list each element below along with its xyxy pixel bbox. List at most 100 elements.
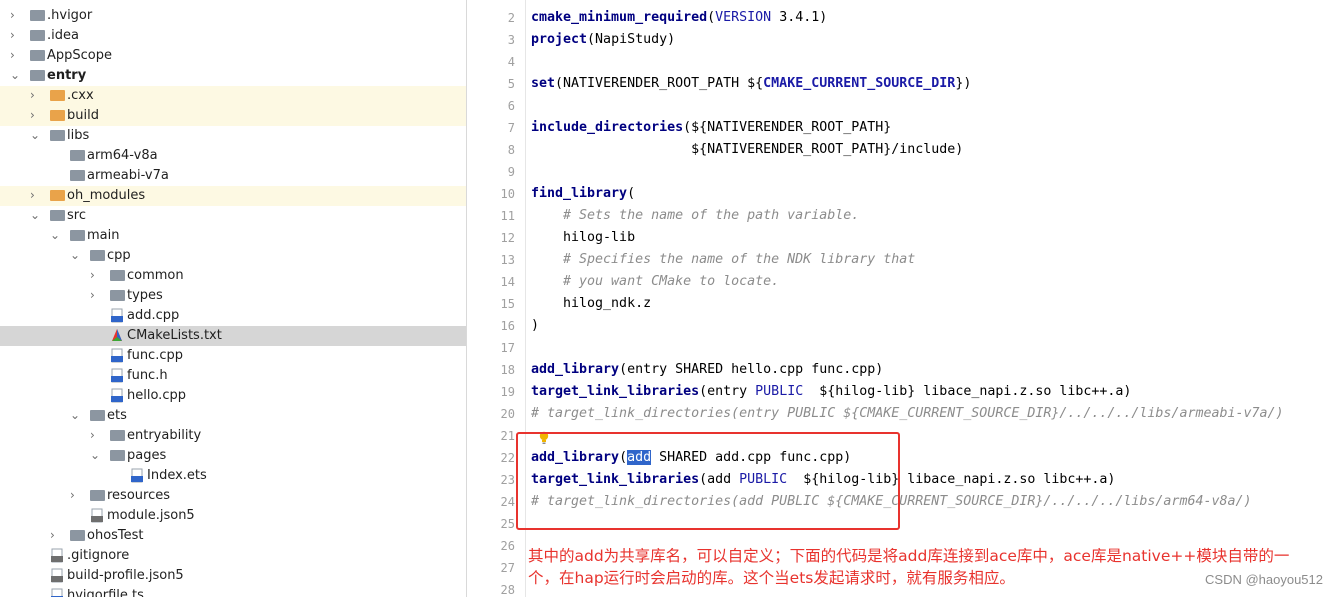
chevron-right-icon[interactable]: › <box>50 529 60 541</box>
line-number: 13 <box>500 253 515 267</box>
line-number: 28 <box>500 583 515 597</box>
chevron-right-icon[interactable]: › <box>30 89 40 101</box>
tree-item[interactable]: build-profile.json5 <box>0 566 466 586</box>
code-line-5[interactable]: set(NATIVERENDER_ROOT_PATH ${CMAKE_CURRE… <box>531 73 971 95</box>
code-line-2[interactable]: cmake_minimum_required(VERSION 3.4.1) <box>531 7 827 29</box>
tree-item[interactable]: ⌄ cpp <box>0 246 466 266</box>
token-variable: CMAKE_CURRENT_SOURCE_DIR <box>763 76 956 91</box>
line-number: 19 <box>500 385 515 399</box>
tree-item[interactable]: add.cpp <box>0 306 466 326</box>
tree-item[interactable]: › build <box>0 106 466 126</box>
chevron-down-icon[interactable]: ⌄ <box>70 249 80 261</box>
tree-item[interactable]: func.h <box>0 366 466 386</box>
text-file-icon <box>51 548 63 563</box>
chevron-down-icon[interactable]: ⌄ <box>30 209 40 221</box>
chevron-right-icon[interactable]: › <box>90 289 100 301</box>
code-line-10[interactable]: find_library( <box>531 183 635 205</box>
tree-item[interactable]: module.json5 <box>0 506 466 526</box>
chevron-down-icon[interactable]: ⌄ <box>90 449 100 461</box>
folder-gray-icon <box>90 490 105 501</box>
folder-gray-icon <box>70 530 85 541</box>
token-function: add_library <box>531 362 620 377</box>
chevron-right-icon[interactable]: › <box>70 489 80 501</box>
line-number: 21 <box>500 429 515 443</box>
chevron-right-icon[interactable]: › <box>10 49 20 61</box>
code-line-15[interactable]: hilog_ndk.z <box>531 293 651 315</box>
code-line-3[interactable]: project(NapiStudy) <box>531 29 675 51</box>
code-line-19[interactable]: target_link_libraries(entry PUBLIC ${hil… <box>531 381 1131 403</box>
tree-item-label: AppScope <box>47 48 112 63</box>
line-number: 15 <box>500 297 515 311</box>
token-function: set <box>531 76 556 91</box>
tree-item[interactable]: › types <box>0 286 466 306</box>
line-number: 27 <box>500 561 515 575</box>
tree-item[interactable]: ⌄ src <box>0 206 466 226</box>
code-line-12[interactable]: hilog-lib <box>531 227 635 249</box>
tree-item[interactable]: ⌄ ets <box>0 406 466 426</box>
project-tree-panel: › .hvigor › .idea › AppScope ⌄ entry › .cxx › build… <box>0 0 466 597</box>
line-number: 9 <box>507 165 515 179</box>
tree-item[interactable]: hello.cpp <box>0 386 466 406</box>
line-number: 5 <box>507 77 515 91</box>
tree-item[interactable]: ⌄ pages <box>0 446 466 466</box>
tree-item-label: oh_modules <box>67 188 146 203</box>
tree-item[interactable]: › .idea <box>0 26 466 46</box>
code-line-13[interactable]: # Specifies the name of the NDK library … <box>531 249 915 271</box>
code-line-14[interactable]: # you want CMake to locate. <box>531 271 779 293</box>
code-line-20[interactable]: # target_link_directories(entry PUBLIC $… <box>531 403 1284 425</box>
code-line-16[interactable]: ) <box>531 315 539 337</box>
tree-item[interactable]: › entryability <box>0 426 466 446</box>
code-line-8[interactable]: ${NATIVERENDER_ROOT_PATH}/include) <box>531 139 963 161</box>
token-function: include_directories <box>531 120 684 135</box>
tree-item[interactable]: ⌄ libs <box>0 126 466 146</box>
line-number: 25 <box>500 517 515 531</box>
line-number: 14 <box>500 275 515 289</box>
tree-item[interactable]: ⌄ entry <box>0 66 466 86</box>
code-line-7[interactable]: include_directories(${NATIVERENDER_ROOT_… <box>531 117 891 139</box>
tree-item[interactable]: ⌄ main <box>0 226 466 246</box>
watermark: CSDN @haoyou512 <box>1205 572 1323 587</box>
token-text: ( <box>627 186 636 201</box>
tree-item[interactable]: › ohosTest <box>0 526 466 546</box>
tree-item-label: hvigorfile.ts <box>67 588 144 597</box>
line-number: 10 <box>500 187 515 201</box>
folder-gray-icon <box>30 10 45 21</box>
chevron-down-icon[interactable]: ⌄ <box>70 409 80 421</box>
chevron-right-icon[interactable]: › <box>10 29 20 41</box>
tree-item-label: ohosTest <box>87 528 144 543</box>
tree-item-label: .hvigor <box>47 8 93 23</box>
chevron-down-icon[interactable]: ⌄ <box>50 229 60 241</box>
chevron-down-icon[interactable]: ⌄ <box>30 129 40 141</box>
chevron-down-icon[interactable]: ⌄ <box>10 69 20 81</box>
tree-item[interactable]: › .hvigor <box>0 6 466 26</box>
line-number: 20 <box>500 407 515 421</box>
line-number: 4 <box>507 55 515 69</box>
tree-item[interactable]: hvigorfile.ts <box>0 586 466 597</box>
tree-item[interactable]: func.cpp <box>0 346 466 366</box>
tree-item[interactable]: .gitignore <box>0 546 466 566</box>
tree-item[interactable]: › common <box>0 266 466 286</box>
chevron-right-icon[interactable]: › <box>30 109 40 121</box>
code-line-18[interactable]: add_library(entry SHARED hello.cpp func.… <box>531 359 883 381</box>
folder-gray-icon <box>110 290 125 301</box>
tree-item[interactable]: armeabi-v7a <box>0 166 466 186</box>
chevron-right-icon[interactable]: › <box>90 269 100 281</box>
tree-item-label: entry <box>47 68 87 83</box>
tree-item[interactable]: › oh_modules <box>0 186 466 206</box>
tree-item[interactable]: › AppScope <box>0 46 466 66</box>
tree-item[interactable]: › resources <box>0 486 466 506</box>
line-number: 6 <box>507 99 515 113</box>
token-text: (NATIVERENDER_ROOT_PATH ${ <box>555 76 764 91</box>
line-number: 17 <box>500 341 515 355</box>
header-file-icon <box>111 368 123 383</box>
code-line-11[interactable]: # Sets the name of the path variable. <box>531 205 859 227</box>
tree-item[interactable]: Index.ets <box>0 466 466 486</box>
chevron-right-icon[interactable]: › <box>90 429 100 441</box>
chevron-right-icon[interactable]: › <box>30 189 40 201</box>
tree-item[interactable]: › .cxx <box>0 86 466 106</box>
annotation-note: 其中的add为共享库名，可以自定义；下面的代码是将add库连接到ace库中，ac… <box>528 547 1290 587</box>
chevron-right-icon[interactable]: › <box>10 9 20 21</box>
tree-item[interactable]: arm64-v8a <box>0 146 466 166</box>
token-text: ( <box>707 10 716 25</box>
tree-item[interactable]: CMakeLists.txt <box>0 326 466 346</box>
